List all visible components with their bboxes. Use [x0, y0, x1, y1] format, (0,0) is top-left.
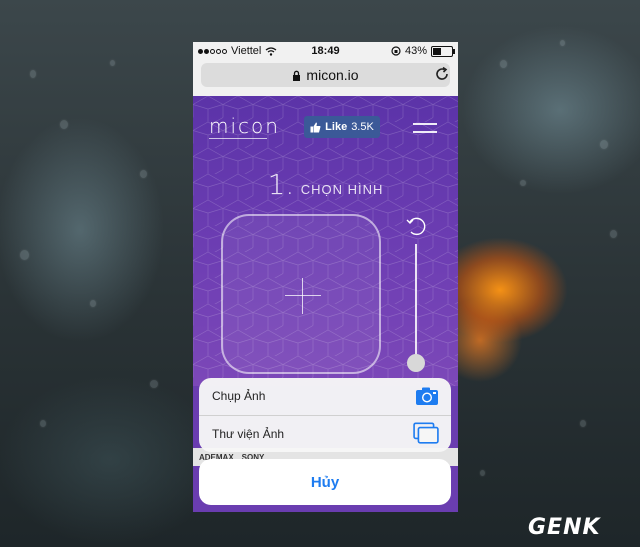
rain-drop: [150, 380, 158, 388]
rain-drop: [140, 170, 147, 178]
rotate-icon[interactable]: [404, 214, 428, 238]
url-text: micon.io: [306, 67, 359, 83]
take-photo-option[interactable]: Chụp Ảnh: [199, 378, 451, 414]
photo-library-label: Thư viện Ảnh: [212, 427, 285, 441]
step-label: CHỌN HÌNH: [300, 182, 384, 197]
plus-icon: [285, 295, 321, 296]
rain-drop: [480, 470, 485, 476]
like-count: 3.5K: [351, 121, 374, 133]
rain-drop: [500, 60, 507, 68]
url-bar: micon.io: [193, 60, 458, 96]
status-right: 43%: [391, 45, 455, 57]
rain-drop: [580, 420, 586, 427]
rain-drop: [520, 180, 526, 186]
address-field[interactable]: micon.io: [201, 63, 450, 87]
photo-library-icon: [413, 422, 439, 444]
thumbs-up-icon: [310, 122, 321, 132]
step-number: 1.: [267, 168, 295, 201]
lock-icon: [293, 70, 301, 81]
rain-drop: [110, 60, 115, 66]
rain-drop: [600, 140, 608, 149]
action-sheet: Chụp Ảnh Thư viện Ảnh: [199, 378, 451, 452]
cancel-button[interactable]: Hủy: [199, 459, 451, 505]
rain-drop: [30, 70, 36, 78]
micon-site: micon Like 3.5K 1. CHỌN HÌNH: [193, 96, 458, 386]
logo-underline: [209, 138, 267, 139]
step-heading: 1. CHỌN HÌNH: [193, 168, 458, 201]
take-photo-label: Chụp Ảnh: [212, 389, 266, 403]
status-bar: Viettel 18:49 43%: [193, 42, 458, 60]
genk-watermark: GENK: [528, 515, 601, 540]
rain-drop: [40, 420, 46, 427]
zoom-slider-track[interactable]: [415, 244, 417, 362]
battery-percent: 43%: [404, 45, 427, 57]
rain-drop: [90, 300, 96, 307]
facebook-like-button[interactable]: Like 3.5K: [304, 116, 380, 138]
rain-drop: [20, 250, 29, 260]
camera-icon: [416, 387, 438, 405]
rain-drop: [60, 120, 68, 129]
photo-library-option[interactable]: Thư viện Ảnh: [199, 416, 451, 452]
rain-drop: [560, 40, 565, 46]
rotation-lock-icon: [391, 46, 401, 56]
rain-drop: [610, 230, 617, 238]
like-label: Like: [325, 121, 348, 133]
reload-icon[interactable]: [434, 66, 450, 82]
plus-icon: [302, 278, 303, 314]
image-upload-area[interactable]: [221, 214, 381, 374]
site-logo[interactable]: micon: [209, 114, 280, 138]
battery-icon: [431, 45, 455, 57]
hamburger-menu-icon[interactable]: [413, 123, 437, 135]
zoom-slider-knob[interactable]: [407, 354, 425, 372]
